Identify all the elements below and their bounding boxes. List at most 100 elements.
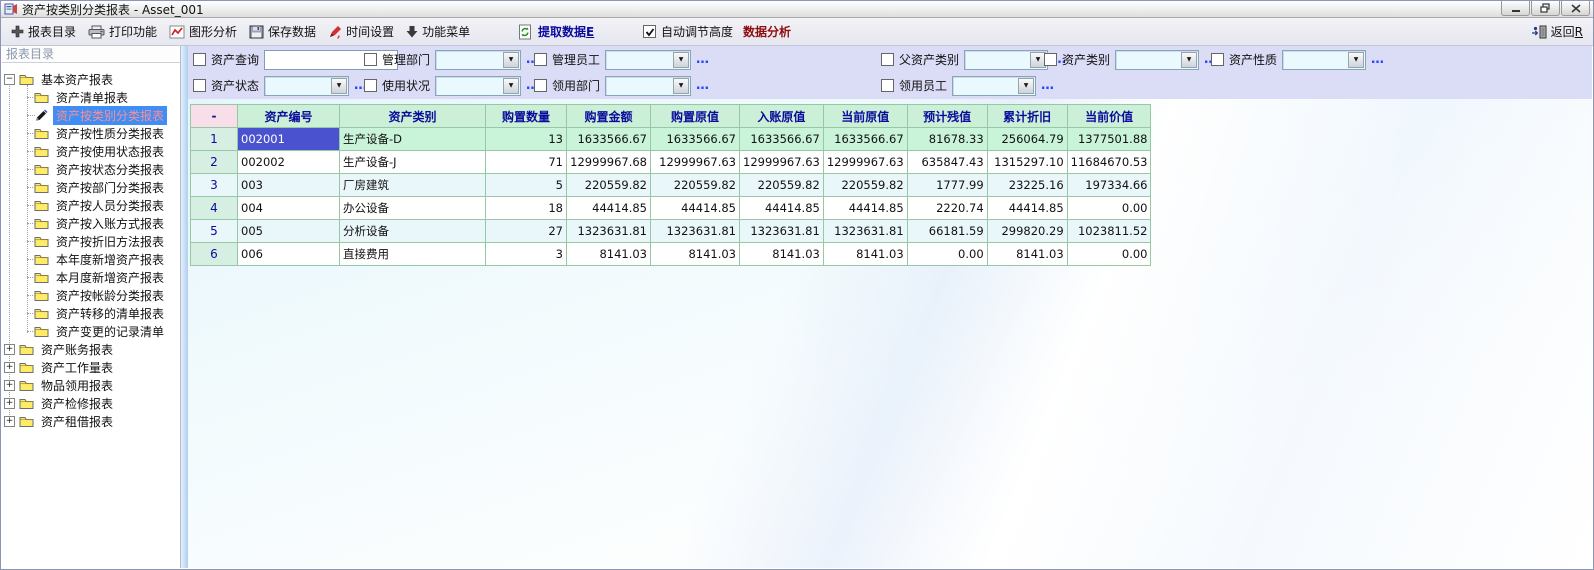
- tree-item-label[interactable]: 资产按人员分类报表: [53, 196, 167, 215]
- table-row[interactable]: 6006直接费用38141.038141.038141.038141.030.0…: [191, 243, 1151, 266]
- grid-cell[interactable]: 71: [486, 151, 567, 174]
- tree-item[interactable]: 资产清单报表: [2, 88, 180, 106]
- grid-cell[interactable]: 8141.03: [987, 243, 1067, 266]
- grid-cell[interactable]: 0.00: [1067, 197, 1151, 220]
- grid-cell[interactable]: 生产设备-J: [340, 151, 486, 174]
- grid-cell[interactable]: 220559.82: [823, 174, 907, 197]
- grid-cell[interactable]: 220559.82: [740, 174, 824, 197]
- grid-cell[interactable]: 0.00: [907, 243, 987, 266]
- tree-item[interactable]: 资产按入账方式报表: [2, 214, 180, 232]
- tree-item[interactable]: 资产按人员分类报表: [2, 196, 180, 214]
- row-number-cell[interactable]: 1: [191, 128, 238, 151]
- grid-cell[interactable]: 256064.79: [987, 128, 1067, 151]
- tree-item[interactable]: 本月度新增资产报表: [2, 268, 180, 286]
- print-button[interactable]: 打印功能: [82, 20, 163, 43]
- table-row[interactable]: 3003厂房建筑5220559.82220559.82220559.822205…: [191, 174, 1151, 197]
- grid-cell[interactable]: 0.00: [1067, 243, 1151, 266]
- filter-checkbox[interactable]: [1211, 53, 1224, 66]
- grid-cell[interactable]: 8141.03: [651, 243, 740, 266]
- tree-item[interactable]: + 资产账务报表: [2, 340, 180, 358]
- filter-checkbox[interactable]: [1044, 53, 1057, 66]
- grid-cell[interactable]: 13: [486, 128, 567, 151]
- tree-item-label[interactable]: 资产按性质分类报表: [53, 124, 167, 143]
- filter-checkbox[interactable]: [534, 79, 547, 92]
- tree-item-label[interactable]: 资产按类别分类报表: [53, 106, 167, 125]
- grid-cell[interactable]: 2220.74: [907, 197, 987, 220]
- grid-cell[interactable]: 003: [238, 174, 340, 197]
- grid-cell[interactable]: 006: [238, 243, 340, 266]
- tree-item-label[interactable]: 资产清单报表: [53, 88, 131, 107]
- filter-dropdown[interactable]: ▼: [1282, 50, 1366, 70]
- filter-dropdown[interactable]: ▼: [435, 76, 521, 96]
- extract-data-button[interactable]: 提取数据E: [517, 18, 594, 45]
- tree-item[interactable]: + 资产工作量表: [2, 358, 180, 376]
- filter-dropdown[interactable]: ▼: [1115, 50, 1199, 70]
- tree-item-label[interactable]: 资产账务报表: [38, 340, 116, 359]
- tree-item-label[interactable]: 资产检修报表: [38, 394, 116, 413]
- function-menu-button[interactable]: 功能菜单: [400, 20, 476, 43]
- table-row[interactable]: 2002002生产设备-J7112999967.6812999967.63129…: [191, 151, 1151, 174]
- tree-item[interactable]: − 基本资产报表: [2, 70, 180, 88]
- tree-item-label[interactable]: 资产按入账方式报表: [53, 214, 167, 233]
- grid-cell[interactable]: 直接费用: [340, 243, 486, 266]
- grid-cell[interactable]: 1315297.10: [987, 151, 1067, 174]
- grid-cell[interactable]: 1323631.81: [651, 220, 740, 243]
- panel-splitter[interactable]: [181, 46, 188, 568]
- row-number-cell[interactable]: 3: [191, 174, 238, 197]
- filter-dropdown[interactable]: ▼: [435, 50, 521, 70]
- expand-box[interactable]: −: [4, 74, 15, 85]
- row-number-cell[interactable]: 4: [191, 197, 238, 220]
- table-row[interactable]: 1002001生产设备-D131633566.671633566.6716335…: [191, 128, 1151, 151]
- minimize-button[interactable]: [1501, 1, 1530, 16]
- save-data-button[interactable]: 保存数据: [243, 20, 322, 43]
- tree-item[interactable]: 资产按部门分类报表: [2, 178, 180, 196]
- grid-cell[interactable]: 44414.85: [823, 197, 907, 220]
- more-button[interactable]: …: [1371, 56, 1385, 64]
- grid-cell[interactable]: 12999967.68: [567, 151, 651, 174]
- tree-item-label[interactable]: 资产租借报表: [38, 412, 116, 431]
- grid-cell[interactable]: 1633566.67: [651, 128, 740, 151]
- filter-dropdown[interactable]: ▼: [964, 50, 1048, 70]
- table-row[interactable]: 4004办公设备1844414.8544414.8544414.8544414.…: [191, 197, 1151, 220]
- grid-cell[interactable]: 1323631.81: [740, 220, 824, 243]
- tree-item[interactable]: 资产按性质分类报表: [2, 124, 180, 142]
- tree-item[interactable]: 资产按使用状态报表: [2, 142, 180, 160]
- row-number-cell[interactable]: 6: [191, 243, 238, 266]
- grid-cell[interactable]: 81678.33: [907, 128, 987, 151]
- graph-analysis-button[interactable]: 图形分析: [163, 20, 243, 43]
- filter-checkbox[interactable]: [881, 53, 894, 66]
- tree-item[interactable]: 资产按折旧方法报表: [2, 232, 180, 250]
- auto-height-checkbox[interactable]: [643, 25, 656, 38]
- grid-cell[interactable]: 8141.03: [567, 243, 651, 266]
- row-number-cell[interactable]: 2: [191, 151, 238, 174]
- tree-item-label[interactable]: 资产变更的记录清单: [53, 322, 167, 341]
- tree-item-label[interactable]: 本年度新增资产报表: [53, 250, 167, 269]
- grid-cell[interactable]: 1323631.81: [823, 220, 907, 243]
- tree-item-label[interactable]: 资产按使用状态报表: [53, 142, 167, 161]
- grid-cell[interactable]: 5: [486, 174, 567, 197]
- grid-cell[interactable]: 44414.85: [987, 197, 1067, 220]
- tree-item[interactable]: 资产变更的记录清单: [2, 322, 180, 340]
- tree-item[interactable]: 资产按类别分类报表: [2, 106, 180, 124]
- grid-cell[interactable]: 299820.29: [987, 220, 1067, 243]
- filter-checkbox[interactable]: [193, 53, 206, 66]
- filter-checkbox[interactable]: [881, 79, 894, 92]
- grid-cell[interactable]: 12999967.63: [651, 151, 740, 174]
- tree-item-label[interactable]: 资产工作量表: [38, 358, 116, 377]
- grid-cell[interactable]: 1323631.81: [567, 220, 651, 243]
- grid-cell[interactable]: 1023811.52: [1067, 220, 1151, 243]
- tree-item-label[interactable]: 基本资产报表: [38, 70, 116, 89]
- tree-item[interactable]: 本年度新增资产报表: [2, 250, 180, 268]
- filter-checkbox[interactable]: [364, 53, 377, 66]
- expand-box[interactable]: +: [4, 344, 15, 355]
- tree-item[interactable]: 资产按帐龄分类报表: [2, 286, 180, 304]
- filter-dropdown[interactable]: ▼: [605, 76, 691, 96]
- grid-cell[interactable]: 66181.59: [907, 220, 987, 243]
- grid-cell[interactable]: 220559.82: [567, 174, 651, 197]
- grid-cell[interactable]: 1633566.67: [823, 128, 907, 151]
- filter-checkbox[interactable]: [364, 79, 377, 92]
- more-button[interactable]: …: [696, 56, 710, 64]
- grid-cell[interactable]: 1377501.88: [1067, 128, 1151, 151]
- grid-cell[interactable]: 3: [486, 243, 567, 266]
- expand-box[interactable]: +: [4, 380, 15, 391]
